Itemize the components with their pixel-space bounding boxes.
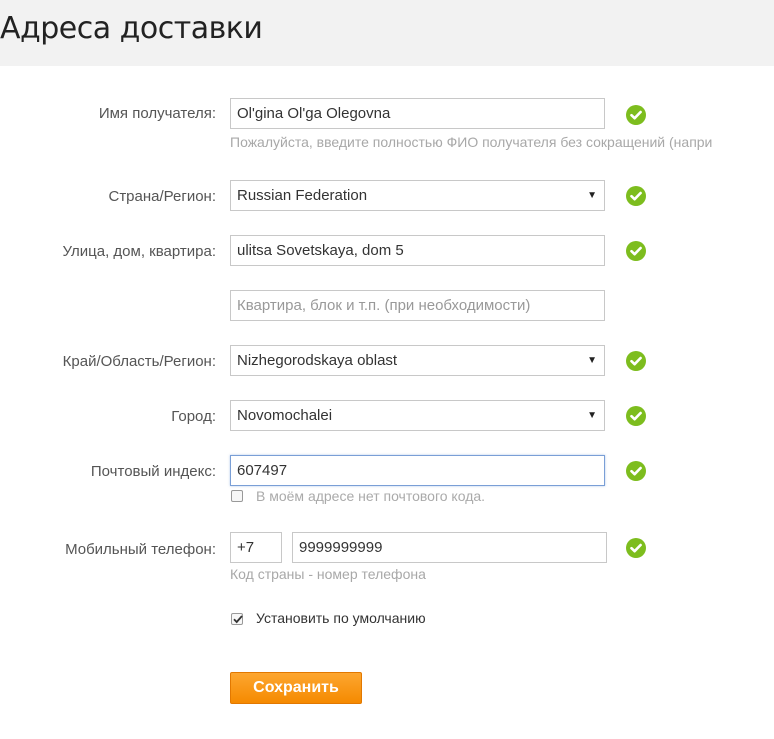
phone-country-code-value: +7 — [237, 539, 255, 556]
zip-value: 607497 — [237, 462, 288, 479]
phone-hint: Код страны - номер телефона — [230, 566, 426, 582]
zip-input[interactable]: 607497 — [230, 455, 605, 486]
street-value: ulitsa Sovetskaya, dom 5 — [237, 242, 404, 259]
street-input[interactable]: ulitsa Sovetskaya, dom 5 — [230, 235, 605, 266]
triangle-down-icon: ▼ — [587, 410, 597, 421]
recipient-value: Ol'gina Ol'ga Olegovna — [237, 105, 391, 122]
default-checkbox[interactable] — [231, 613, 243, 625]
no-zip-checkbox[interactable] — [231, 490, 243, 502]
phone-country-code-input[interactable]: +7 — [230, 532, 282, 563]
region-label: Край/Область/Регион: — [62, 353, 216, 370]
region-value: Nizhegorodskaya oblast — [237, 352, 398, 369]
country-valid-icon — [626, 186, 646, 206]
zip-valid-icon — [626, 461, 646, 481]
triangle-down-icon: ▼ — [587, 190, 597, 201]
city-label: Город: — [171, 408, 216, 425]
page-header: Адреса доставки — [0, 0, 774, 66]
phone-label: Мобильный телефон: — [65, 541, 216, 558]
phone-number-input[interactable]: 9999999999 — [292, 532, 607, 563]
no-zip-label: В моём адресе нет почтового кода. — [256, 488, 486, 504]
phone-valid-icon — [626, 538, 646, 558]
recipient-label: Имя получателя: — [98, 105, 216, 122]
default-label: Установить по умолчанию — [256, 610, 426, 626]
country-select[interactable]: Russian Federation ▼ — [230, 180, 605, 211]
save-button[interactable]: Сохранить — [230, 672, 362, 704]
recipient-hint: Пожалуйста, введите полностью ФИО получа… — [230, 134, 713, 150]
recipient-valid-icon — [626, 105, 646, 125]
apartment-input[interactable]: Квартира, блок и т.п. (при необходимости… — [230, 290, 605, 321]
city-valid-icon — [626, 406, 646, 426]
country-label: Страна/Регион: — [108, 188, 216, 205]
page-title: Адреса доставки — [0, 11, 263, 46]
city-select[interactable]: Novomochalei ▼ — [230, 400, 605, 431]
region-select[interactable]: Nizhegorodskaya oblast ▼ — [230, 345, 605, 376]
recipient-input[interactable]: Ol'gina Ol'ga Olegovna — [230, 98, 605, 129]
zip-label: Почтовый индекс: — [90, 463, 216, 480]
city-value: Novomochalei — [237, 407, 333, 424]
country-value: Russian Federation — [237, 187, 368, 204]
apartment-placeholder: Квартира, блок и т.п. (при необходимости… — [237, 297, 531, 314]
triangle-down-icon: ▼ — [587, 355, 597, 366]
region-valid-icon — [626, 351, 646, 371]
street-valid-icon — [626, 241, 646, 261]
phone-number-value: 9999999999 — [299, 539, 383, 556]
street-label: Улица, дом, квартира: — [62, 243, 217, 260]
